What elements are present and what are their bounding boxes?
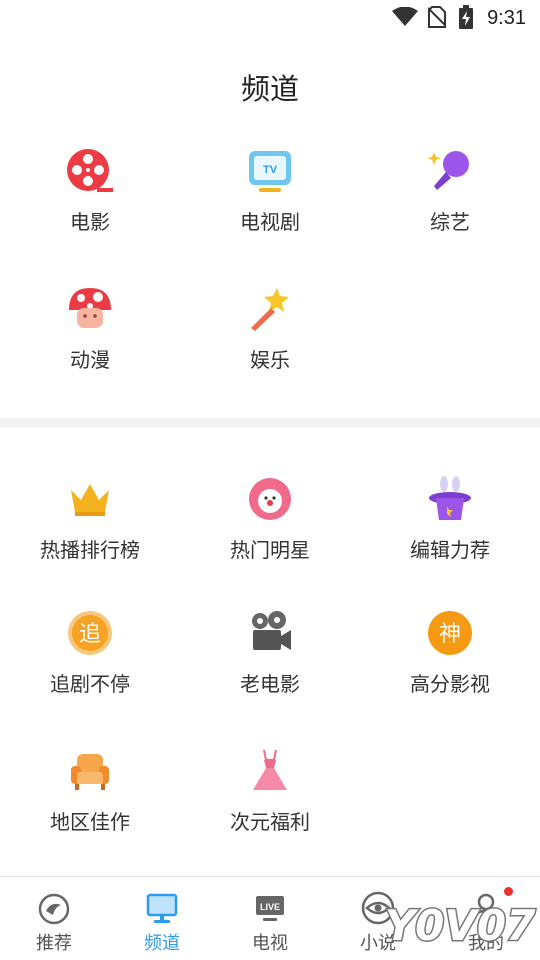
special-anime-welfare[interactable]: 次元福利 — [180, 748, 360, 868]
special-label: 地区佳作 — [50, 812, 130, 834]
channel-entertainment[interactable]: 娱乐 — [180, 286, 360, 406]
watermark-logo: Y0V07 — [383, 900, 537, 952]
special-high-score[interactable]: 神 高分影视 — [360, 610, 540, 730]
channel-variety[interactable]: 综艺 — [360, 148, 540, 268]
special-binge-watch[interactable]: 追 追剧不停 — [0, 610, 180, 730]
zhui-badge-icon: 追 — [68, 611, 112, 655]
section-divider — [0, 418, 540, 427]
clock: 9:31 — [487, 7, 526, 29]
dress-icon — [253, 749, 287, 790]
magic-hat-icon — [429, 476, 471, 520]
movie-camera-icon — [252, 611, 291, 650]
notification-dot — [504, 887, 513, 896]
tab-recommend[interactable]: 推荐 — [0, 877, 108, 960]
svg-text:LIVE: LIVE — [260, 902, 280, 912]
crown-icon — [71, 484, 109, 516]
svg-text:神: 神 — [439, 622, 461, 647]
no-sim-icon — [428, 6, 446, 28]
channel-label: 电影 — [70, 212, 110, 234]
special-regional[interactable]: 地区佳作 — [0, 748, 180, 868]
special-label: 次元福利 — [230, 812, 310, 834]
live-tv-icon: LIVE — [256, 896, 284, 921]
wifi-icon — [392, 7, 418, 26]
special-hot-ranking[interactable]: 热播排行榜 — [0, 476, 180, 596]
svg-text:TV: TV — [263, 164, 278, 176]
tab-channel[interactable]: 频道 — [108, 877, 216, 960]
special-hot-stars[interactable]: 热门明星 — [180, 476, 360, 596]
channel-label: 娱乐 — [250, 350, 290, 372]
channel-tv-series[interactable]: TV 电视剧 — [180, 148, 360, 268]
armchair-icon — [71, 754, 109, 790]
svg-text:Y0V07: Y0V07 — [385, 901, 536, 950]
svg-text:追: 追 — [79, 622, 101, 647]
status-bar: 9:31 — [0, 0, 540, 36]
special-editor-picks[interactable]: 编辑力荐 — [360, 476, 540, 596]
monitor-icon — [146, 893, 178, 923]
channel-anime[interactable]: 动漫 — [0, 286, 180, 406]
special-label: 追剧不停 — [50, 674, 130, 696]
recommend-icon — [38, 893, 70, 925]
tab-label: 电视 — [252, 933, 288, 953]
channel-label: 动漫 — [70, 350, 110, 372]
channel-movie[interactable]: 电影 — [0, 148, 180, 268]
tab-label: 频道 — [144, 933, 180, 953]
microphone-icon — [427, 151, 469, 190]
special-old-movies[interactable]: 老电影 — [180, 610, 360, 730]
shen-badge-icon: 神 — [428, 611, 472, 655]
special-label: 编辑力荐 — [410, 540, 490, 562]
special-label: 老电影 — [240, 674, 300, 696]
special-label: 热播排行榜 — [40, 540, 140, 562]
special-label: 高分影视 — [410, 674, 490, 696]
film-reel-icon — [67, 149, 113, 192]
battery-charging-icon — [459, 5, 473, 29]
mushroom-icon — [69, 288, 111, 328]
tab-tv[interactable]: LIVE 电视 — [216, 877, 324, 960]
channel-label: 电视剧 — [240, 212, 300, 234]
channel-label: 综艺 — [430, 212, 470, 234]
special-label: 热门明星 — [230, 540, 310, 562]
page-title: 频道 — [240, 74, 299, 106]
clown-icon — [249, 478, 291, 520]
tab-label: 推荐 — [36, 933, 72, 953]
magic-wand-icon — [251, 288, 289, 331]
tv-icon: TV — [249, 151, 291, 192]
